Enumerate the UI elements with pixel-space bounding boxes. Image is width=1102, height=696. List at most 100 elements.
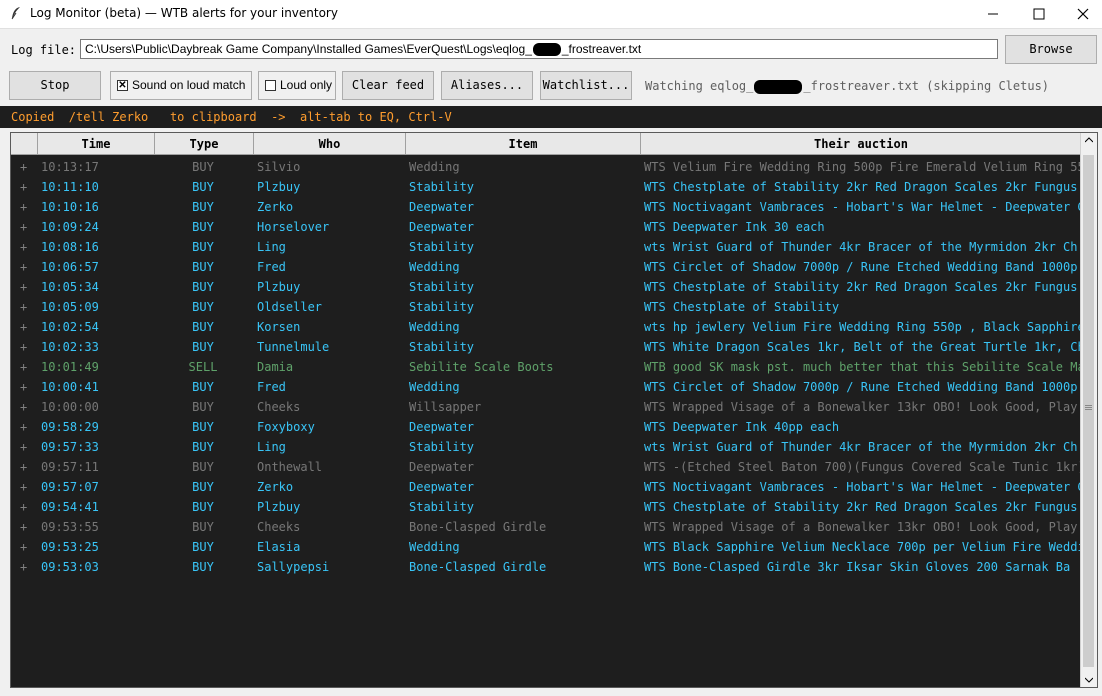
cell-type: BUY [192, 380, 214, 394]
table-row[interactable]: +09:57:33 BUY Ling Stability wts Wrist Guard… [11, 437, 1081, 457]
table-row[interactable]: +10:02:33 BUY Tunnelmule Stability WTS White… [11, 337, 1081, 357]
cell-item: Wedding [409, 160, 460, 174]
column-header-their-auction[interactable]: Their auction [641, 133, 1082, 155]
table-row[interactable]: +10:09:24 BUY Horselover Deepwater WTS Deepw… [11, 217, 1081, 237]
cell-auction: WTS Noctivagant Vambraces - Hobart's War… [644, 200, 1081, 214]
expand-toggle-icon[interactable]: + [20, 320, 32, 334]
maximize-button[interactable] [1016, 0, 1062, 28]
table-row[interactable]: +10:10:16 BUY Zerko Deepwater WTS Noctivagan… [11, 197, 1081, 217]
expand-toggle-icon[interactable]: + [20, 160, 32, 174]
expand-toggle-icon[interactable]: + [20, 440, 32, 454]
loud-only-checkbox[interactable]: Loud only [258, 71, 336, 100]
cell-who: Onthewall [257, 460, 323, 474]
cell-type: BUY [192, 320, 214, 334]
table-row[interactable]: +09:53:03 BUY Sallypepsi Bone-Clasped Girdl… [11, 557, 1081, 577]
cell-type: BUY [192, 480, 214, 494]
cell-auction: WTS Noctivagant Vambraces - Hobart's War… [644, 480, 1081, 494]
table-row[interactable]: +10:13:17 BUY Silvio Wedding WTS Velium Fire… [11, 157, 1081, 177]
table-row[interactable]: +09:53:25 BUY Elasia Wedding WTS Black Sapph… [11, 537, 1081, 557]
expand-toggle-icon[interactable]: + [20, 260, 32, 274]
table-row[interactable]: +10:05:09 BUY Oldseller Stability WTS Chestp… [11, 297, 1081, 317]
cell-item: Wedding [409, 380, 460, 394]
cell-item: Deepwater [409, 460, 475, 474]
scroll-down-icon[interactable] [1085, 677, 1093, 683]
cell-type: BUY [192, 520, 214, 534]
expand-toggle-icon[interactable]: + [20, 300, 32, 314]
browse-button[interactable]: Browse [1005, 35, 1097, 64]
cell-item: Deepwater [409, 220, 475, 234]
expand-toggle-icon[interactable]: + [20, 180, 32, 194]
cell-who: Plzbuy [257, 280, 301, 294]
redaction-mark [532, 43, 561, 57]
table-row[interactable]: +09:54:41 BUY Plzbuy Stability WTS Chestplat… [11, 497, 1081, 517]
cell-auction: WTS Chestplate of Stability 2kr Red Drag… [644, 500, 1081, 514]
expand-toggle-icon[interactable]: + [20, 280, 32, 294]
cell-auction: WTS Chestplate of Stability 2kr Red Drag… [644, 280, 1081, 294]
expand-toggle-icon[interactable]: + [20, 500, 32, 514]
cell-who: Ling [257, 240, 286, 254]
cell-auction: WTS Chestplate of Stability [644, 300, 840, 314]
sound-on-loud-match-checkbox[interactable]: ✕ Sound on loud match [110, 71, 252, 100]
cell-time: 10:09:24 [41, 220, 99, 234]
expand-toggle-icon[interactable]: + [20, 540, 32, 554]
close-button[interactable] [1060, 0, 1102, 28]
column-header-expand[interactable] [11, 133, 38, 155]
vertical-scrollbar[interactable] [1080, 133, 1097, 687]
table-row[interactable]: +10:02:54 BUY Korsen Wedding wts hp jewlery … [11, 317, 1081, 337]
expand-toggle-icon[interactable]: + [20, 220, 32, 234]
cell-who: Tunnelmule [257, 340, 330, 354]
expand-toggle-icon[interactable]: + [20, 520, 32, 534]
table-row[interactable]: +09:57:11 BUY Onthewall Deepwater WTS -(Etch… [11, 457, 1081, 477]
expand-toggle-icon[interactable]: + [20, 240, 32, 254]
cell-auction: WTS -(Etched Steel Baton 700)(Fungus Cov… [644, 460, 1081, 474]
expand-toggle-icon[interactable]: + [20, 360, 32, 374]
expand-toggle-icon[interactable]: + [20, 420, 32, 434]
expand-toggle-icon[interactable]: + [20, 560, 32, 574]
table-row[interactable]: +10:06:57 BUY Fred Wedding WTS Circlet of Sh… [11, 257, 1081, 277]
column-header-time[interactable]: Time [38, 133, 155, 155]
scroll-up-icon[interactable] [1085, 137, 1093, 143]
expand-toggle-icon[interactable]: + [20, 400, 32, 414]
stop-button[interactable]: Stop [9, 71, 101, 100]
cell-who: Plzbuy [257, 180, 301, 194]
cell-item: Deepwater [409, 200, 475, 214]
sound-on-loud-match-label: Sound on loud match [132, 78, 246, 92]
table-row[interactable]: +10:11:10 BUY Plzbuy Stability WTS Chestplat… [11, 177, 1081, 197]
table-row[interactable]: +09:53:55 BUY Cheeks Bone-Clasped Girdle WTS… [11, 517, 1081, 537]
table-row[interactable]: +09:58:29 BUY Foxyboxy Deepwater WTS Deepwat… [11, 417, 1081, 437]
minimize-icon [988, 13, 998, 15]
expand-toggle-icon[interactable]: + [20, 380, 32, 394]
cell-item: Wedding [409, 260, 460, 274]
table-row[interactable]: +10:08:16 BUY Ling Stability wts Wrist Guard… [11, 237, 1081, 257]
watchlist-button[interactable]: Watchlist... [540, 71, 632, 100]
cell-auction: wts Wrist Guard of Thunder 4kr Bracer of… [644, 440, 1078, 454]
clipboard-message: Copied /tell Zerko to clipboard -> alt-t… [11, 110, 452, 124]
minimize-button[interactable] [970, 0, 1016, 28]
table-row[interactable]: +10:01:49 SELL Damia Sebilite Scale Boots WT… [11, 357, 1081, 377]
table-row[interactable]: +10:00:00 BUY Cheeks Willsapper WTS Wrapped … [11, 397, 1081, 417]
cell-auction: WTS White Dragon Scales 1kr, Belt of the… [644, 340, 1081, 354]
log-file-input[interactable]: C:\Users\Public\Daybreak Game Company\In… [80, 39, 998, 59]
table-row[interactable]: +09:57:07 BUY Zerko Deepwater WTS Noctivagan… [11, 477, 1081, 497]
cell-item: Deepwater [409, 480, 475, 494]
expand-toggle-icon[interactable]: + [20, 480, 32, 494]
table-row[interactable]: +10:00:41 BUY Fred Wedding WTS Circlet of Sh… [11, 377, 1081, 397]
aliases-button[interactable]: Aliases... [441, 71, 533, 100]
column-header-item[interactable]: Item [406, 133, 641, 155]
cell-who: Foxyboxy [257, 420, 315, 434]
cell-who: Plzbuy [257, 500, 301, 514]
expand-toggle-icon[interactable]: + [20, 460, 32, 474]
cell-who: Zerko [257, 480, 294, 494]
column-header-type[interactable]: Type [155, 133, 254, 155]
expand-toggle-icon[interactable]: + [20, 340, 32, 354]
table-row[interactable]: +10:05:34 BUY Plzbuy Stability WTS Chestplat… [11, 277, 1081, 297]
cell-type: BUY [192, 240, 214, 254]
cell-time: 09:53:25 [41, 540, 99, 554]
cell-auction: wts Wrist Guard of Thunder 4kr Bracer of… [644, 240, 1078, 254]
scrollbar-thumb[interactable] [1083, 155, 1094, 667]
clear-feed-button[interactable]: Clear feed [342, 71, 434, 100]
column-header-who[interactable]: Who [254, 133, 406, 155]
cell-item: Willsapper [409, 400, 482, 414]
expand-toggle-icon[interactable]: + [20, 200, 32, 214]
cell-time: 10:05:09 [41, 300, 99, 314]
